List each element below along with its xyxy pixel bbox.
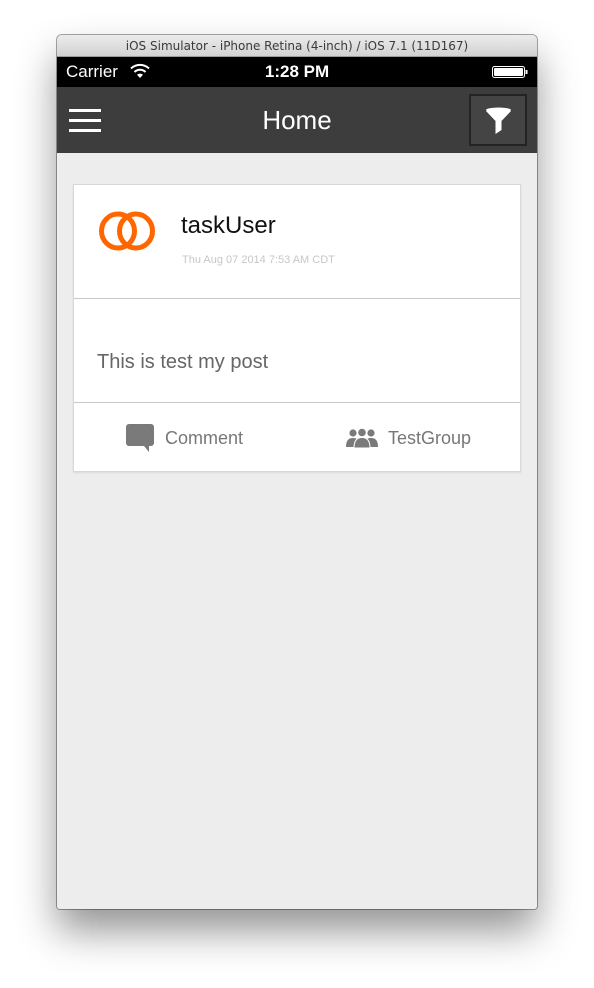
post-timestamp: Thu Aug 07 2014 7:53 AM CDT	[182, 254, 335, 266]
post-header: taskUser Thu Aug 07 2014 7:53 AM CDT	[74, 185, 520, 299]
post-body: This is test my post	[74, 299, 520, 403]
feed: taskUser Thu Aug 07 2014 7:53 AM CDT Thi…	[57, 153, 537, 909]
filter-button[interactable]	[469, 94, 527, 146]
window-title: iOS Simulator - iPhone Retina (4-inch) /…	[57, 35, 537, 57]
nav-bar: Home	[57, 87, 537, 153]
comment-bubble-icon	[126, 424, 154, 452]
battery-icon	[492, 66, 528, 78]
group-label: TestGroup	[388, 428, 472, 448]
page-title: Home	[262, 105, 332, 135]
group-link[interactable]: TestGroup	[346, 421, 481, 453]
comment-label: Comment	[165, 428, 244, 448]
status-bar: Carrier 1:28 PM	[57, 57, 537, 87]
post-actions: Comment TestGroup	[74, 403, 520, 471]
post-text: This is test my post	[97, 351, 269, 373]
simulator-window: iOS Simulator - iPhone Retina (4-inch) /…	[57, 35, 537, 909]
status-time: 1:28 PM	[264, 62, 330, 81]
post-username[interactable]: taskUser	[181, 211, 276, 241]
comment-button[interactable]: Comment	[125, 421, 255, 453]
filter-icon	[486, 107, 511, 134]
post-card: taskUser Thu Aug 07 2014 7:53 AM CDT Thi…	[73, 184, 521, 472]
avatar	[99, 211, 155, 251]
group-users-icon	[346, 428, 378, 448]
